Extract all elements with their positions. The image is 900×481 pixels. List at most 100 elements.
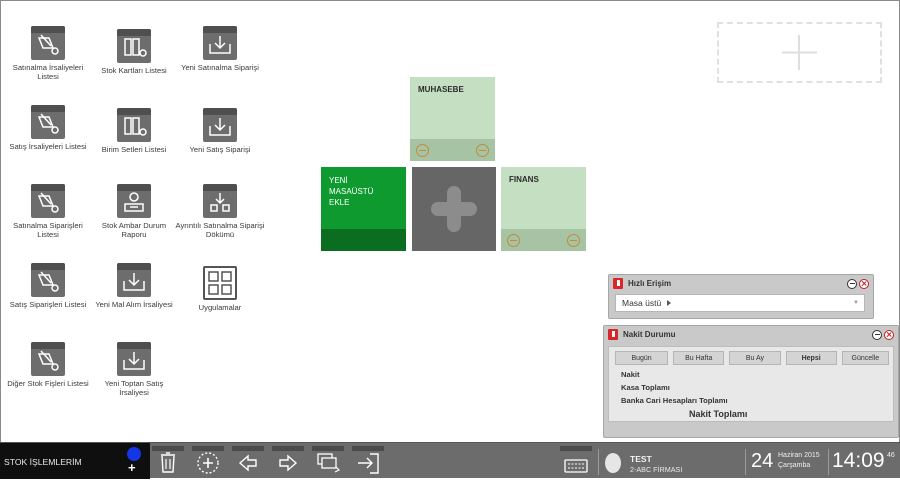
clock-seconds: 46 bbox=[887, 452, 895, 459]
add-icon[interactable]: + bbox=[128, 461, 136, 475]
shortcut-birim-setleri[interactable]: Birim Setleri Listesi bbox=[89, 108, 179, 154]
logo-icon bbox=[608, 329, 618, 340]
shortcut-satinalma-irsaliyeleri[interactable]: Satınalma İrsaliyeleri Listesi bbox=[3, 26, 93, 81]
add-circle-icon bbox=[197, 452, 219, 474]
divider bbox=[828, 449, 829, 475]
taskbar: STOK İŞLEMLERİM + TEST 2-ABC FİRMASI 24 … bbox=[0, 442, 900, 479]
date-weekday: Çarşamba bbox=[778, 462, 811, 469]
shortcut-yeni-toptan-satis[interactable]: Yeni Toptan Satış İrsaliyesi bbox=[89, 342, 179, 397]
tile-label: FINANS bbox=[509, 175, 539, 184]
logo-icon bbox=[613, 278, 623, 289]
today-button[interactable]: Bugün bbox=[615, 351, 669, 365]
shortcut-satis-irsaliyeleri[interactable]: Satış İrsaliyeleri Listesi bbox=[3, 105, 93, 151]
this-month-button[interactable]: Bu Ay bbox=[729, 351, 781, 365]
shortcut-label: Yeni Satınalma Siparişi bbox=[181, 63, 259, 72]
shortcut-ayrintili-satinalma[interactable]: Ayrıntılı Satınalma Siparişi Dökümü bbox=[175, 184, 265, 239]
inbox-tray-icon bbox=[203, 108, 237, 142]
desktop: Satınalma İrsaliyeleri Listesi Satış İrs… bbox=[0, 0, 900, 442]
keyboard-icon bbox=[564, 459, 588, 473]
status-dot bbox=[127, 447, 141, 461]
shortcut-stok-kartlari[interactable]: Stok Kartları Listesi bbox=[89, 29, 179, 75]
windows-icon bbox=[317, 453, 341, 473]
panel-title: Hızlı Erişim bbox=[628, 279, 672, 288]
delete-button[interactable] bbox=[152, 446, 184, 476]
quick-access-panel: Hızlı Erişim Masa üstü ▼ bbox=[608, 274, 874, 319]
shortcut-diger-stok-fisleri[interactable]: Diğer Stok Fişleri Listesi bbox=[3, 342, 93, 388]
this-week-button[interactable]: Bu Hafta bbox=[673, 351, 725, 365]
module-box[interactable]: STOK İŞLEMLERİM + bbox=[0, 443, 150, 479]
close-icon[interactable] bbox=[884, 329, 894, 340]
company-name: 2-ABC FİRMASI bbox=[630, 465, 683, 474]
back-button[interactable] bbox=[232, 446, 264, 476]
documents-arrow-icon bbox=[31, 26, 65, 60]
divider bbox=[745, 449, 746, 475]
shortcut-yeni-satis-siparisi[interactable]: Yeni Satış Siparişi bbox=[175, 108, 265, 154]
inbox-tray-icon bbox=[117, 342, 151, 376]
tile-add[interactable] bbox=[412, 167, 496, 251]
cash-line: Kasa Toplamı bbox=[621, 383, 670, 392]
user-icon bbox=[605, 453, 621, 473]
shortcut-label: Satış İrsaliyeleri Listesi bbox=[9, 142, 87, 151]
tile-footer bbox=[321, 229, 406, 251]
tile-muhasebe[interactable]: MUHASEBE bbox=[410, 77, 495, 161]
add-widget-placeholder[interactable] bbox=[717, 22, 882, 83]
arrow-left-icon bbox=[238, 454, 257, 472]
quick-access-select[interactable]: Masa üstü ▼ bbox=[615, 294, 865, 312]
shortcut-yeni-mal-alim[interactable]: Yeni Mal Alım İrsaliyesi bbox=[89, 263, 179, 309]
minimize-icon[interactable] bbox=[872, 329, 882, 340]
close-icon[interactable] bbox=[859, 278, 869, 289]
plus-icon bbox=[431, 186, 477, 232]
shortcut-label: Birim Setleri Listesi bbox=[101, 145, 167, 154]
shortcut-uygulamalar[interactable]: Uygulamalar bbox=[175, 266, 265, 312]
panel-header: Nakit Durumu bbox=[604, 326, 898, 343]
tile-footer bbox=[501, 229, 586, 251]
tile-footer bbox=[410, 139, 495, 161]
select-value: Masa üstü bbox=[622, 298, 662, 308]
divider bbox=[598, 449, 599, 475]
shortcut-satinalma-siparisleri[interactable]: Satınalma Siparişleri Listesi bbox=[3, 184, 93, 239]
exit-button[interactable] bbox=[352, 446, 384, 476]
windows-button[interactable] bbox=[312, 446, 344, 476]
shortcut-satis-siparisleri[interactable]: Satış Siparişleri Listesi bbox=[3, 263, 93, 309]
shortcut-label: Ayrıntılı Satınalma Siparişi Dökümü bbox=[175, 221, 265, 239]
chevron-right-icon bbox=[667, 300, 672, 306]
shortcut-label: Stok Kartları Listesi bbox=[101, 66, 167, 75]
date-day: 24 bbox=[751, 450, 774, 472]
cash-status-body: Bugün Bu Hafta Bu Ay Hepsi Güncelle Naki… bbox=[608, 346, 894, 422]
stock-cards-icon bbox=[117, 108, 151, 142]
tile-new-desktop[interactable]: YENİ MASAÜSTÜ EKLE bbox=[321, 167, 406, 251]
inbox-tray-icon bbox=[203, 26, 237, 60]
all-button[interactable]: Hepsi bbox=[785, 351, 837, 365]
avatar[interactable] bbox=[604, 452, 622, 474]
forward-button[interactable] bbox=[272, 446, 304, 476]
cash-total: Nakit Toplamı bbox=[689, 409, 748, 419]
documents-arrow-icon bbox=[31, 342, 65, 376]
tile-label: MUHASEBE bbox=[418, 85, 464, 94]
shortcut-stok-ambar-durum[interactable]: Stok Ambar Durum Raporu bbox=[89, 184, 179, 239]
keyboard-button[interactable] bbox=[560, 446, 592, 476]
detailed-report-icon bbox=[203, 184, 237, 218]
remove-icon[interactable] bbox=[567, 234, 580, 247]
chevron-down-icon[interactable]: ▼ bbox=[853, 300, 859, 306]
date-month: Haziran 2015 bbox=[778, 452, 820, 459]
exit-icon bbox=[358, 453, 379, 474]
user-name: TEST bbox=[630, 454, 652, 464]
remove-icon[interactable] bbox=[507, 234, 520, 247]
arrow-right-icon bbox=[279, 454, 298, 472]
shortcut-label: Uygulamalar bbox=[198, 303, 242, 312]
minimize-icon[interactable] bbox=[847, 278, 857, 289]
shortcut-yeni-satinalma-siparisi[interactable]: Yeni Satınalma Siparişi bbox=[175, 26, 265, 72]
shortcut-label: Satış Siparişleri Listesi bbox=[9, 300, 87, 309]
remove-icon[interactable] bbox=[416, 144, 429, 157]
stock-cards-icon bbox=[117, 29, 151, 63]
cash-status-panel: Nakit Durumu Bugün Bu Hafta Bu Ay Hepsi … bbox=[603, 325, 899, 438]
tile-finans[interactable]: FINANS bbox=[501, 167, 586, 251]
cash-line: Banka Cari Hesapları Toplamı bbox=[621, 396, 728, 405]
clock-time: 14:09 bbox=[832, 449, 885, 472]
add-button[interactable] bbox=[192, 446, 224, 476]
plus-icon bbox=[782, 35, 817, 70]
shortcut-label: Satınalma İrsaliyeleri Listesi bbox=[12, 63, 84, 81]
trash-icon bbox=[161, 452, 175, 473]
refresh-button[interactable]: Güncelle bbox=[841, 351, 889, 365]
remove-icon[interactable] bbox=[476, 144, 489, 157]
